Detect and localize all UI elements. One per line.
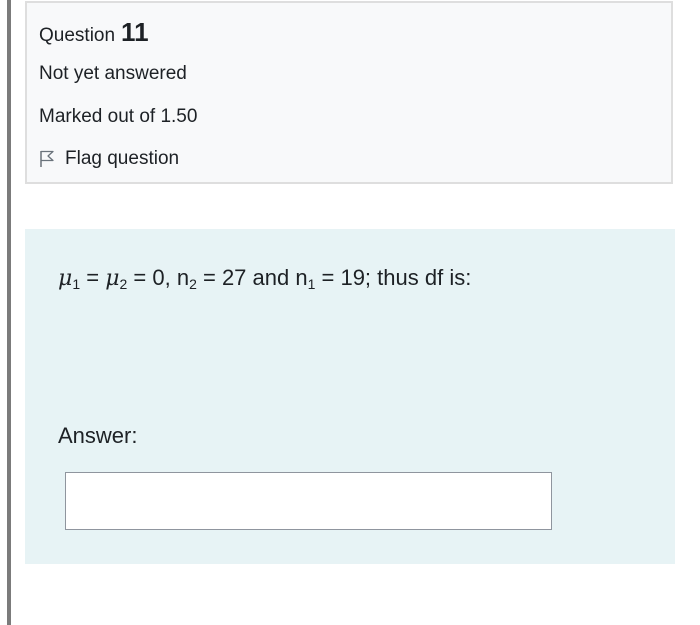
question-grade: Marked out of 1.50 xyxy=(39,106,198,127)
question-number-value: 11 xyxy=(121,17,149,47)
quiz-page: Question 11 Not yet answered Marked out o… xyxy=(0,0,700,625)
subscript-n2: 2 xyxy=(189,276,197,292)
question-text-part-2: = 27 and n xyxy=(196,265,308,290)
question-text-part-3: = 19; thus df is: xyxy=(315,265,472,290)
equals-1: = xyxy=(80,265,106,290)
question-content-panel: μ1 = μ2 = 0, n2 = 27 and n1 = 19; thus d… xyxy=(25,229,675,564)
mu-symbol-1: μ xyxy=(58,266,73,291)
left-border-rule xyxy=(7,0,11,625)
question-label: Question xyxy=(39,25,116,46)
answer-label: Answer: xyxy=(58,423,138,448)
mu-symbol-2: μ xyxy=(105,266,120,291)
flag-question-label: Flag question xyxy=(65,148,180,169)
answer-input[interactable] xyxy=(65,472,552,530)
question-text-part-1: = 0, n xyxy=(127,265,190,290)
question-number: Question 11 xyxy=(39,17,149,48)
subscript-1: 1 xyxy=(72,276,81,292)
flag-question-link[interactable]: Flag question xyxy=(39,148,179,170)
question-state: Not yet answered xyxy=(39,63,187,84)
question-text: μ1 = μ2 = 0, n2 = 27 and n1 = 19; thus d… xyxy=(58,265,471,292)
flag-icon xyxy=(39,150,55,168)
question-info-panel: Question 11 Not yet answered Marked out o… xyxy=(25,1,673,184)
